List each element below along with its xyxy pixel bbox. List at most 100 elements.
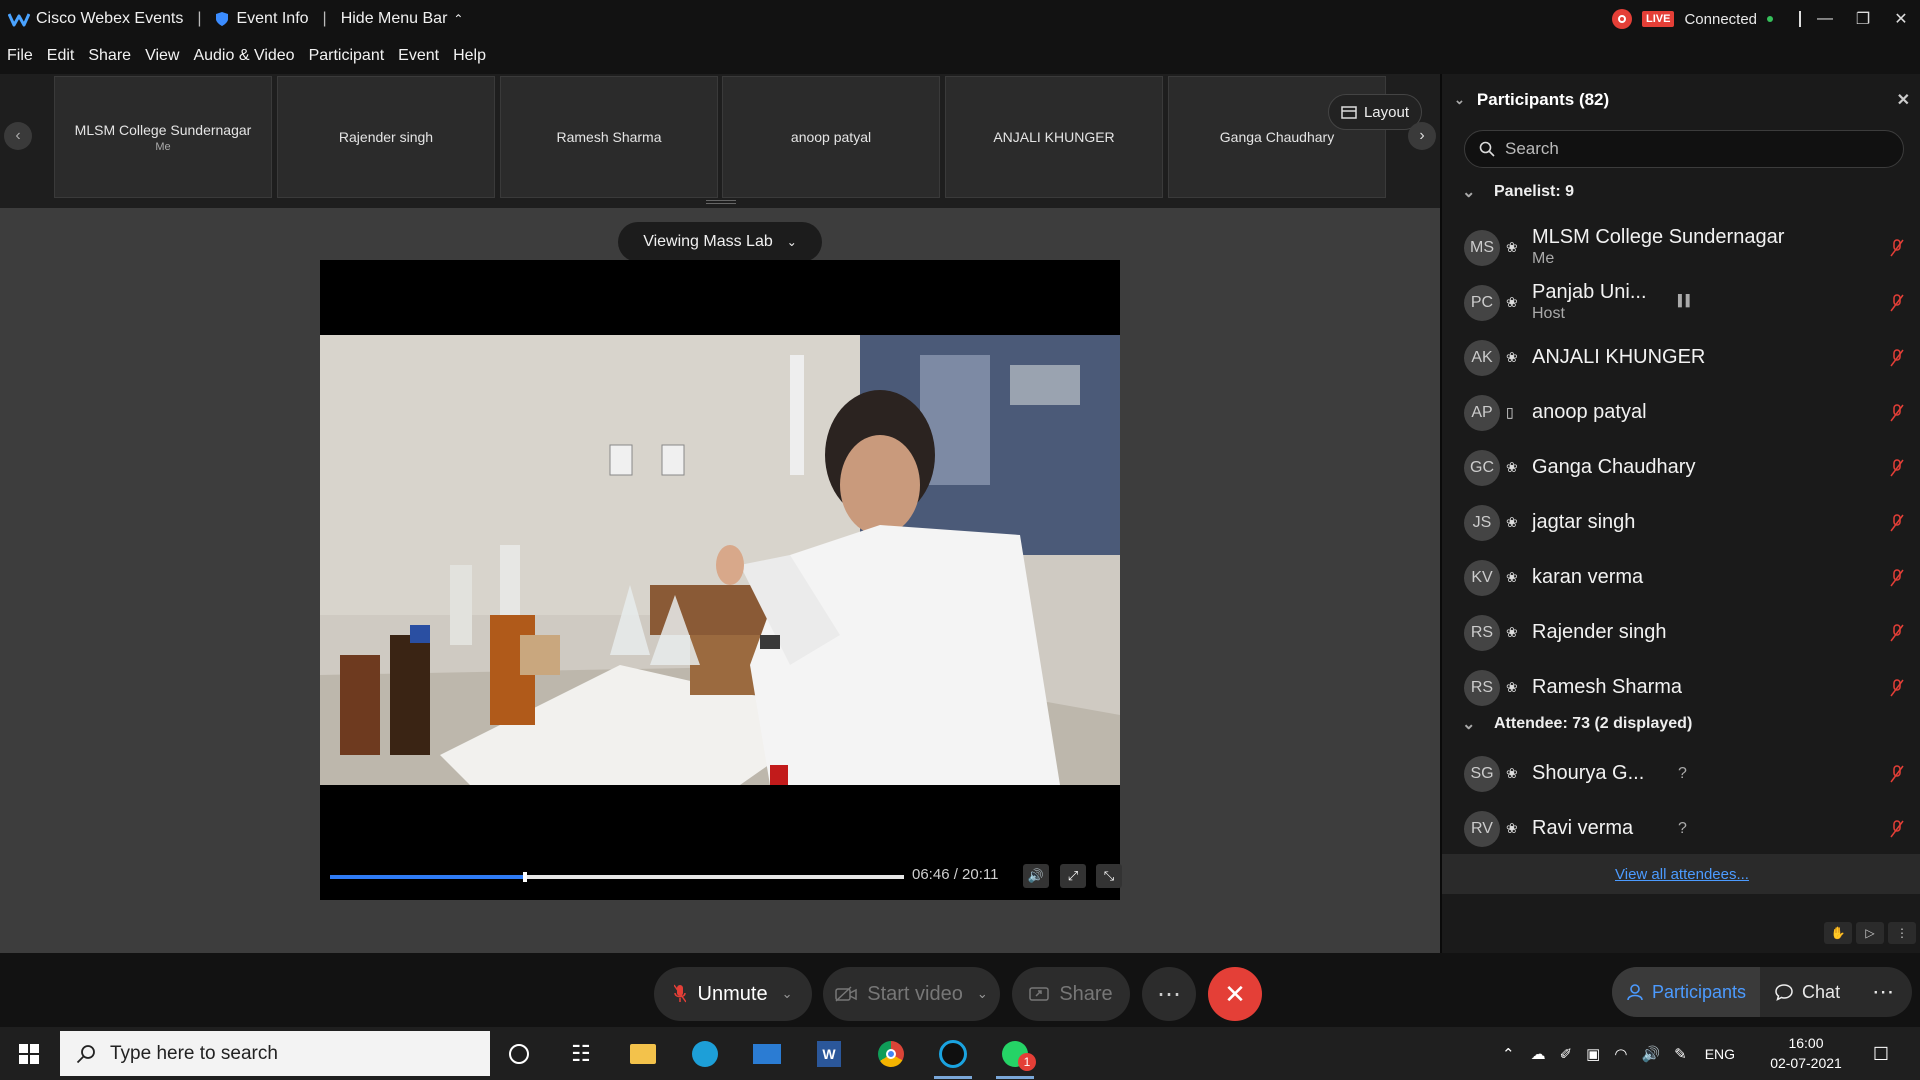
participants-panel: ⌄ Participants (82) ✕ Search ⌄ Panelist:… xyxy=(1440,74,1920,953)
close-icon[interactable]: ✕ xyxy=(1897,90,1910,110)
participant-row[interactable]: AP ▯ anoop patyal xyxy=(1442,385,1920,440)
chrome-icon[interactable] xyxy=(872,1035,910,1073)
minimize-icon[interactable]: — xyxy=(1806,0,1844,38)
raise-hand-icon[interactable]: ✋ xyxy=(1824,922,1852,944)
file-explorer-icon[interactable] xyxy=(624,1035,662,1073)
muted-mic-icon xyxy=(673,984,686,1003)
chevron-down-icon[interactable]: ⌄ xyxy=(1454,92,1465,108)
windows-taskbar: Type here to search ☷ W 1 ⌃ ☁ ✐ ▣ ◠ 🔊 ✎ … xyxy=(0,1027,1920,1080)
taskbar-search-input[interactable]: Type here to search xyxy=(60,1031,490,1076)
hide-menu-bar-button[interactable]: Hide Menu Bar ⌃ xyxy=(341,10,464,28)
webex-logo-icon xyxy=(8,13,30,27)
video-thumbnail[interactable]: ANJALI KHUNGER xyxy=(945,76,1163,198)
announce-icon[interactable]: ▷ xyxy=(1856,922,1884,944)
event-info-label: Event Info xyxy=(236,10,309,27)
taskbar-search-placeholder: Type here to search xyxy=(110,1042,278,1064)
participant-row[interactable]: RS ❀ Ramesh Sharma xyxy=(1442,660,1920,715)
onedrive-icon[interactable]: ☁ xyxy=(1531,1045,1546,1063)
menu-participant[interactable]: Participant xyxy=(309,47,385,65)
unmute-button[interactable]: Unmute ⌄ xyxy=(654,967,812,1021)
participant-row[interactable]: PC ❀ Panjab Uni... Host ▐▐ xyxy=(1442,275,1920,330)
muted-mic-icon xyxy=(1890,568,1904,586)
start-button[interactable] xyxy=(0,1027,58,1080)
word-icon[interactable]: W xyxy=(810,1035,848,1073)
participant-row[interactable]: GC ❀ Ganga Chaudhary xyxy=(1442,440,1920,495)
volume-icon[interactable]: 🔊 xyxy=(1023,864,1049,888)
menu-bar: File Edit Share View Audio & Video Parti… xyxy=(0,38,1920,74)
chevron-left-icon[interactable]: ‹ xyxy=(4,122,32,150)
cortana-icon[interactable] xyxy=(500,1035,538,1073)
participant-row[interactable]: JS ❀ jagtar singh xyxy=(1442,495,1920,550)
menu-share[interactable]: Share xyxy=(88,47,131,65)
wifi-icon[interactable]: ◠ xyxy=(1614,1045,1627,1063)
meet-now-icon[interactable]: ▣ xyxy=(1586,1045,1600,1063)
restore-icon[interactable]: ❐ xyxy=(1844,0,1882,38)
participant-row[interactable]: KV ❀ karan verma xyxy=(1442,550,1920,605)
share-button[interactable]: Share xyxy=(1012,967,1130,1021)
video-thumbnail[interactable]: anoop patyal xyxy=(722,76,940,198)
task-view-icon[interactable]: ☷ xyxy=(562,1035,600,1073)
lab-scene-image xyxy=(320,335,1120,785)
menu-audio-video[interactable]: Audio & Video xyxy=(193,47,294,65)
attendee-row[interactable]: RV ❀ Ravi verma ? xyxy=(1442,801,1920,856)
more-options-icon[interactable]: ⋯ xyxy=(1142,967,1196,1021)
panel-toggles: Participants Chat ⋯ xyxy=(1612,967,1912,1017)
menu-view[interactable]: View xyxy=(145,47,179,65)
mail-icon[interactable] xyxy=(748,1035,786,1073)
start-video-button[interactable]: Start video ⌄ xyxy=(823,967,1000,1021)
menu-edit[interactable]: Edit xyxy=(47,47,75,65)
menu-help[interactable]: Help xyxy=(453,47,486,65)
microphone-icon[interactable]: ✐ xyxy=(1560,1045,1573,1063)
headset-icon: ❀ xyxy=(1506,294,1518,310)
video-frame xyxy=(320,335,1120,785)
attendee-row[interactable]: SG ❀ Shourya G... ? xyxy=(1442,746,1920,801)
whatsapp-icon[interactable]: 1 xyxy=(996,1035,1036,1079)
menu-file[interactable]: File xyxy=(7,47,33,65)
close-icon[interactable]: ✕ xyxy=(1882,0,1920,38)
participants-tab[interactable]: Participants xyxy=(1612,967,1761,1017)
avatar: AK xyxy=(1464,339,1500,376)
participant-row[interactable]: MS ❀ MLSM College Sundernagar Me xyxy=(1442,220,1920,275)
video-progress-bar[interactable] xyxy=(330,872,904,882)
progress-knob[interactable] xyxy=(523,872,528,882)
notifications-icon[interactable]: ☐ xyxy=(1862,1035,1900,1073)
more-options-icon[interactable]: ⋯ xyxy=(1854,967,1908,1017)
leave-meeting-button[interactable]: ✕ xyxy=(1208,967,1262,1021)
participant-row[interactable]: RS ❀ Rajender singh xyxy=(1442,605,1920,660)
chevron-right-icon[interactable]: › xyxy=(1408,122,1436,150)
fullscreen-icon[interactable]: ⤡ xyxy=(1096,864,1122,888)
volume-icon[interactable]: 🔊 xyxy=(1641,1045,1660,1063)
viewing-dropdown[interactable]: Viewing Mass Lab ⌄ xyxy=(618,222,822,262)
participant-search-input[interactable]: Search xyxy=(1464,130,1904,168)
unmute-label: Unmute xyxy=(697,982,768,1005)
more-vertical-icon[interactable]: ⋮ xyxy=(1888,922,1916,944)
layout-button[interactable]: Layout xyxy=(1328,94,1422,130)
event-info-button[interactable]: Event Info xyxy=(215,10,309,28)
participant-row[interactable]: AK ❀ ANJALI KHUNGER xyxy=(1442,330,1920,385)
video-thumbnail[interactable]: Rajender singh xyxy=(277,76,495,198)
shared-video-player[interactable]: 06:46 / 20:11 🔊 ⤢ ⤡ xyxy=(320,260,1122,900)
menu-event[interactable]: Event xyxy=(398,47,439,65)
language-indicator[interactable]: ENG xyxy=(1705,1046,1735,1062)
pen-icon[interactable]: ✎ xyxy=(1674,1045,1687,1063)
record-icon xyxy=(1612,9,1632,29)
resize-handle[interactable] xyxy=(706,200,736,204)
connected-dot-icon xyxy=(1767,16,1774,22)
webex-app-icon[interactable] xyxy=(934,1035,972,1079)
chat-tab[interactable]: Chat xyxy=(1760,967,1854,1017)
video-thumbnail[interactable]: Ramesh Sharma xyxy=(500,76,718,198)
chevron-up-icon[interactable]: ⌃ xyxy=(1502,1045,1515,1063)
video-thumbnail[interactable]: MLSM College Sundernagar Me xyxy=(54,76,272,198)
muted-mic-icon xyxy=(1890,819,1904,837)
edge-browser-icon[interactable] xyxy=(686,1035,724,1073)
clock[interactable]: 16:00 02-07-2021 xyxy=(1770,1033,1842,1073)
view-all-attendees-link[interactable]: View all attendees... xyxy=(1442,854,1920,894)
connection-label: Connected xyxy=(1684,10,1758,28)
expand-icon[interactable]: ⤢ xyxy=(1060,864,1086,888)
video-thumbnail-strip: ‹ MLSM College Sundernagar Me Rajender s… xyxy=(0,74,1440,208)
panelist-group-header[interactable]: ⌄ Panelist: 9 xyxy=(1462,182,1574,202)
muted-mic-icon xyxy=(1890,238,1904,256)
attendee-group-header[interactable]: ⌄ Attendee: 73 (2 displayed) xyxy=(1462,714,1692,734)
notification-badge: 1 xyxy=(1018,1053,1036,1071)
window-controls: — ❐ ✕ xyxy=(1806,0,1920,38)
